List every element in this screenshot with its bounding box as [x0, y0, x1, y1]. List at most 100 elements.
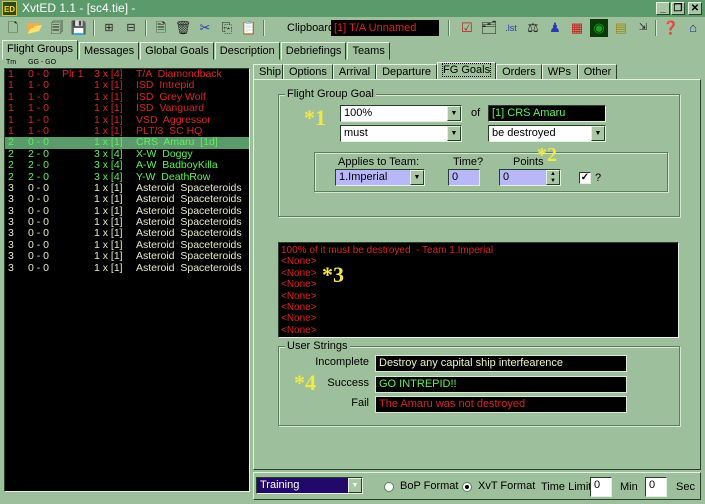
- chevron-down-icon[interactable]: ▼: [591, 126, 605, 141]
- flight-group-row[interactable]: 2 2 - 0 3 x [4] A-W BadboyKilla: [5, 159, 249, 172]
- goal-summary-line[interactable]: <None>: [279, 325, 678, 336]
- goal-summary-list[interactable]: 100% of it must be destroyed - Team 1.Im…: [278, 242, 679, 338]
- goal-condition-value: be destroyed: [492, 127, 556, 139]
- xvt-format-radio[interactable]: [462, 482, 472, 492]
- min-label: Min: [620, 481, 638, 493]
- time-limit-min-input[interactable]: 0: [590, 477, 612, 497]
- tab-fg-goals[interactable]: FG Goals: [437, 62, 497, 80]
- archive-icon[interactable]: ▤: [612, 19, 630, 37]
- balance-icon[interactable]: ⚖: [524, 19, 542, 37]
- xvt-format-label: XvT Format: [478, 480, 536, 492]
- tab-wps[interactable]: WPs: [541, 64, 578, 80]
- minimize-button[interactable]: _: [656, 2, 670, 15]
- tab-messages[interactable]: Messages: [79, 42, 140, 60]
- header-gg-go: GG - GO: [28, 59, 57, 66]
- row-name: Asteroid Spaceteroids: [136, 193, 242, 206]
- time-label: Time?: [453, 156, 484, 168]
- chevron-down-icon[interactable]: ▼: [410, 170, 424, 185]
- success-string-input[interactable]: GO INTREPID!!: [375, 376, 627, 393]
- flight-group-row[interactable]: 3 0 - 0 1 x [1] Asteroid Spaceteroids: [5, 193, 249, 206]
- tab-other[interactable]: Other: [577, 64, 618, 80]
- close-button[interactable]: ✕: [688, 2, 702, 15]
- row-team: 3: [8, 261, 14, 274]
- paste-icon[interactable]: 📋: [240, 19, 258, 37]
- mission-type-select[interactable]: Training ▼: [256, 477, 363, 494]
- row-name: A-W BadboyKilla: [136, 159, 218, 172]
- title-bar: ED XvtED 1.1 - [sc4.tie] - _ ❐ ✕: [0, 0, 705, 17]
- main-tabs: Flight Groups Messages Global Goals Desc…: [2, 40, 391, 60]
- sec-label: Sec: [676, 481, 695, 493]
- help-icon[interactable]: ❓: [662, 19, 680, 37]
- chevron-down-icon[interactable]: ▼: [447, 126, 461, 141]
- goal-summary-line[interactable]: <None>: [279, 313, 678, 324]
- tab-description[interactable]: Description: [214, 42, 280, 60]
- row-count: 1 x [1]: [94, 261, 123, 274]
- row-name: Asteroid Spaceteroids: [136, 261, 242, 274]
- flight-group-row[interactable]: 3 0 - 0 1 x [1] Asteroid Spaceteroids: [5, 250, 249, 263]
- flight-group-row[interactable]: 1 1 - 0 1 x [1] ISD Vanguard: [5, 102, 249, 115]
- mission-settings-bar: Training ▼ BoP Format XvT Format Time Li…: [253, 472, 701, 500]
- tab-orders[interactable]: Orders: [496, 64, 542, 80]
- grid-map-icon[interactable]: ▦: [568, 19, 586, 37]
- incomplete-string-input[interactable]: Destroy any capital ship interfearence: [375, 355, 627, 372]
- tab-options[interactable]: Options: [283, 64, 333, 80]
- move-up-icon[interactable]: ⊞: [100, 19, 118, 37]
- row-name: Asteroid Spaceteroids: [136, 250, 242, 263]
- team-select[interactable]: 1.Imperial ▼: [335, 169, 425, 186]
- tab-global-goals[interactable]: Global Goals: [140, 42, 214, 60]
- goal-condition-select[interactable]: be destroyed ▼: [488, 125, 606, 142]
- time-limit-sec-input[interactable]: 0: [645, 477, 667, 497]
- fail-string-input[interactable]: The Amaru was not destroyed: [375, 396, 627, 413]
- flight-list-header: Tm GG - GO: [6, 59, 56, 66]
- spin-arrows-icon[interactable]: ▲ ▼: [546, 170, 560, 185]
- pilot-icon[interactable]: ♟: [546, 19, 564, 37]
- toolbar-separator: [93, 20, 95, 36]
- briefing-icon[interactable]: 🗂: [480, 19, 498, 37]
- new-file-icon[interactable]: 🗋: [4, 19, 22, 37]
- copy-icon[interactable]: ⎘: [218, 19, 236, 37]
- save-as-icon[interactable]: 🗐: [48, 19, 66, 37]
- save-icon[interactable]: 💾: [70, 19, 88, 37]
- row-gg-go: 1 - 0: [28, 102, 50, 115]
- goal-amount-select[interactable]: 100% ▼: [340, 105, 462, 122]
- row-gg-go: 2 - 0: [28, 159, 50, 172]
- mission-check-icon[interactable]: ☑: [458, 19, 476, 37]
- tab-departure[interactable]: Departure: [376, 64, 438, 80]
- goal-must-select[interactable]: must ▼: [340, 125, 462, 142]
- toolbar-separator: [655, 20, 657, 36]
- list-icon[interactable]: .lst: [502, 19, 520, 37]
- annotation-3: *3: [322, 262, 344, 287]
- row-gg-go: 0 - 0: [28, 250, 50, 263]
- points-stepper[interactable]: 0 ▲ ▼: [499, 169, 561, 186]
- tab-flight-groups[interactable]: Flight Groups: [2, 40, 79, 60]
- chevron-down-icon[interactable]: ▼: [348, 478, 362, 493]
- team-value: 1.Imperial: [339, 171, 388, 183]
- new-flightgroup-icon[interactable]: 🗎: [152, 19, 170, 37]
- tab-debriefings[interactable]: Debriefings: [280, 42, 347, 60]
- bop-format-radio[interactable]: [384, 482, 394, 492]
- tab-arrival[interactable]: Arrival: [332, 64, 377, 80]
- goal-summary-line[interactable]: <None>: [279, 302, 678, 313]
- open-folder-icon[interactable]: 📂: [26, 19, 44, 37]
- flight-group-row[interactable]: 3 0 - 0 1 x [1] Asteroid Spaceteroids: [5, 261, 249, 274]
- flight-group-list[interactable]: 10 - 0 Plr 13 x [4] T/A Diamondback 1 1 - 01…: [4, 68, 250, 492]
- resize-icon[interactable]: ⇲: [634, 19, 652, 37]
- goal-checkbox[interactable]: ✓: [579, 172, 591, 184]
- chevron-down-icon[interactable]: ▼: [447, 106, 461, 121]
- tab-teams[interactable]: Teams: [347, 42, 390, 60]
- goal-summary-line[interactable]: 100% of it must be destroyed - Team 1.Im…: [279, 245, 678, 256]
- toolbar-separator: [263, 20, 265, 36]
- time-input[interactable]: 0: [448, 169, 480, 186]
- globe-icon[interactable]: ◉: [590, 19, 608, 37]
- row-gg-go: 0 - 0: [28, 193, 50, 206]
- delete-icon[interactable]: 🗑: [174, 19, 192, 37]
- restore-button[interactable]: ❐: [671, 2, 685, 15]
- goal-summary-line[interactable]: <None>: [279, 291, 678, 302]
- toolbar-separator: [145, 20, 147, 36]
- move-down-icon[interactable]: ⊟: [122, 19, 140, 37]
- of-label: of: [471, 107, 481, 119]
- cut-icon[interactable]: ✂: [196, 19, 214, 37]
- tab-ship[interactable]: Ship: [253, 64, 283, 80]
- home-icon[interactable]: ⌂: [684, 19, 702, 37]
- annotation-4: *4: [294, 370, 316, 395]
